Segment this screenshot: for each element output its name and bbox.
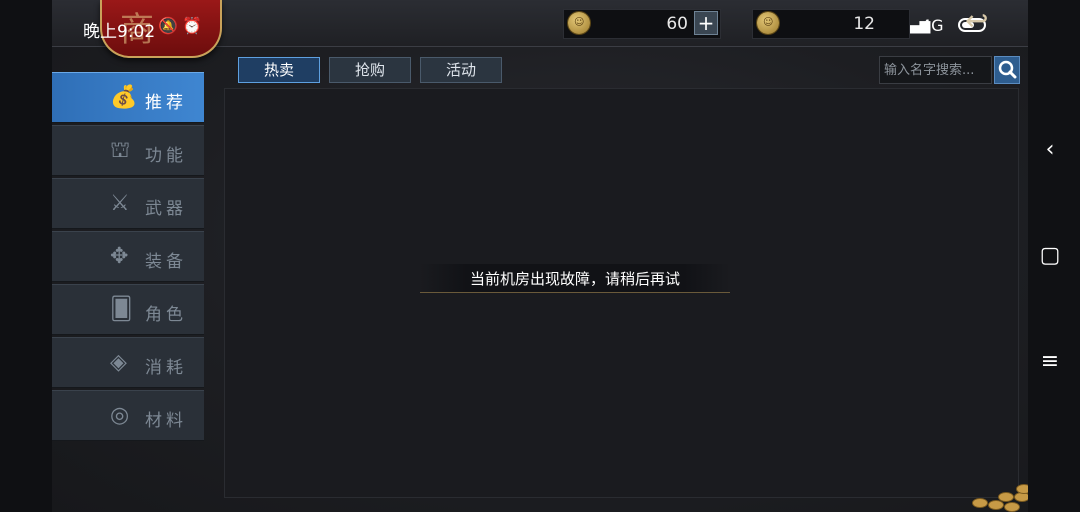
mute-icon: 🔕: [158, 16, 178, 35]
card-icon: 🂠: [110, 297, 133, 322]
nav-menu-icon[interactable]: ≡: [1036, 348, 1064, 376]
return-button[interactable]: ↩: [955, 2, 1015, 42]
search-input[interactable]: [879, 56, 992, 84]
swirl-material-icon: ◎: [110, 403, 130, 428]
gold-amount: 60: [666, 14, 688, 34]
sidebar-item-label: 装备: [145, 252, 187, 272]
sidebar-item-label: 消耗: [145, 358, 187, 378]
add-gold-button[interactable]: +: [694, 11, 718, 35]
sidebar-item-label: 材料: [145, 411, 187, 431]
search-button[interactable]: [994, 56, 1020, 84]
sidebar-item-weapon[interactable]: ⚔ 武器: [52, 178, 204, 229]
locked-coin-icon: ☺: [757, 12, 779, 34]
left-bezel: [0, 0, 52, 512]
nav-back-icon[interactable]: ‹: [1036, 136, 1064, 164]
currency-gold: ☺ 60 +: [563, 9, 721, 39]
tab-flash-sale[interactable]: 抢购: [329, 57, 411, 83]
currency-bound: ☺ 12: [752, 9, 910, 39]
tab-hot-sale[interactable]: 热卖: [238, 57, 320, 83]
error-toast: 当前机房出现故障，请稍后再试: [420, 264, 730, 293]
return-arrow-icon: ↩: [965, 4, 989, 37]
status-time: 晚上9:02: [83, 22, 156, 42]
sidebar-item-character[interactable]: 🂠 角色: [52, 284, 204, 335]
consumable-card-icon: ◈: [110, 350, 127, 375]
category-sidebar: 💰 推荐 ⛫ 功能 ⚔ 武器 ✥ 装备 🂠 角色 ◈ 消耗 ◎ 材料: [52, 72, 204, 443]
gold-coin-icon: ☺: [568, 12, 590, 34]
alarm-icon: ⏰: [182, 16, 202, 35]
money-bag-icon: 💰: [110, 85, 138, 110]
network-4g-label: 4G: [921, 16, 944, 35]
tab-events[interactable]: 活动: [420, 57, 502, 83]
sidebar-item-recommend[interactable]: 💰 推荐: [52, 72, 204, 123]
sidebar-item-label: 功能: [145, 146, 187, 166]
sidebar-item-label: 武器: [145, 199, 187, 219]
error-toast-message: 当前机房出现故障，请稍后再试: [469, 270, 680, 288]
nav-home-icon[interactable]: ▢: [1036, 242, 1064, 270]
sidebar-item-label: 角色: [145, 305, 187, 325]
basket-icon: ⛫: [110, 138, 131, 163]
winged-armor-icon: ✥: [110, 244, 129, 269]
sidebar-item-material[interactable]: ◎ 材料: [52, 390, 204, 441]
sidebar-item-consumable[interactable]: ◈ 消耗: [52, 337, 204, 388]
bound-amount: 12: [853, 14, 875, 34]
sidebar-item-equipment[interactable]: ✥ 装备: [52, 231, 204, 282]
crossed-swords-icon: ⚔: [110, 191, 130, 216]
search-icon: [998, 60, 1017, 79]
coin-pile-decoration: [968, 480, 1032, 512]
product-list-area: [224, 88, 1019, 498]
sidebar-item-function[interactable]: ⛫ 功能: [52, 125, 204, 176]
sidebar-item-label: 推荐: [145, 93, 187, 113]
